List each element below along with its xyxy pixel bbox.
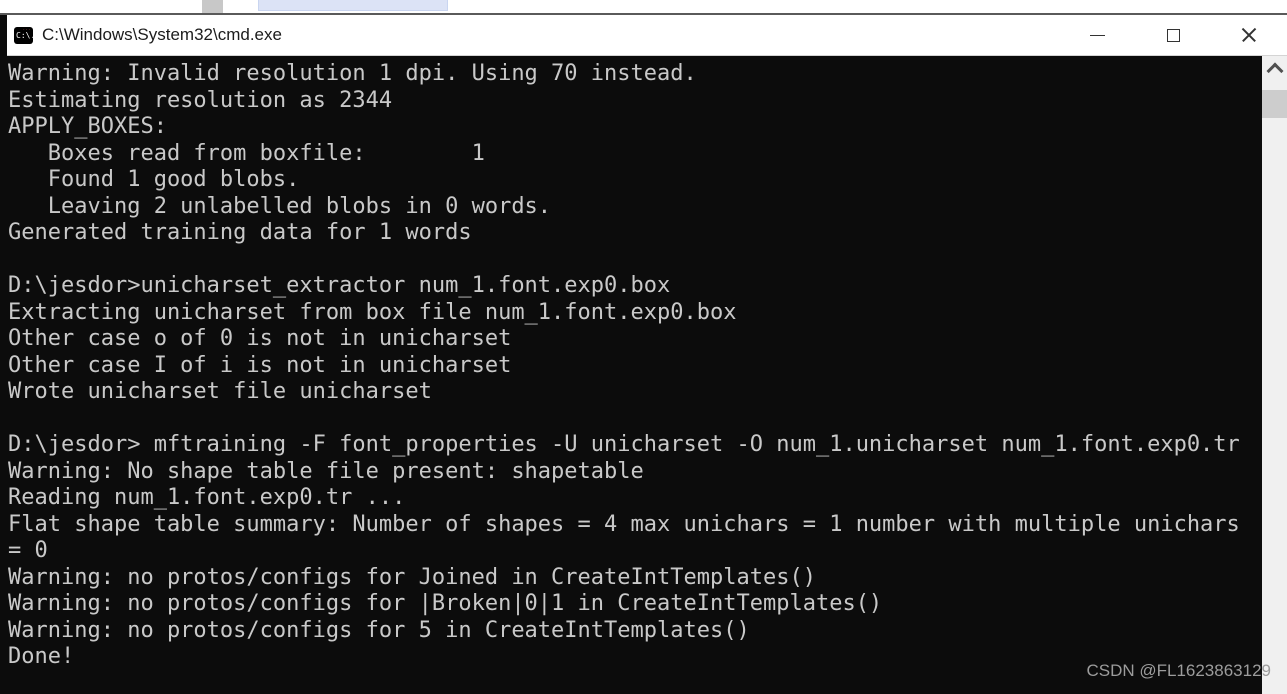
maximize-icon [1166, 28, 1180, 42]
console-line: Warning: no protos/configs for |Broken|0… [8, 591, 883, 616]
scrollbar-thumb[interactable] [1262, 90, 1287, 118]
maximize-button[interactable] [1135, 15, 1211, 55]
console-line: Leaving 2 unlabelled blobs in 0 words. [8, 193, 552, 219]
close-button[interactable] [1211, 15, 1287, 55]
console-line: Done! [8, 644, 75, 669]
background-window-fragment-blue [258, 0, 448, 11]
console-line: Warning: No shape table file present: sh… [8, 458, 644, 484]
console-line: Flat shape table summary: Number of shap… [8, 511, 1240, 537]
cmd-icon: ··· C:\. [14, 26, 36, 44]
background-windows-strip [0, 0, 1287, 13]
console-line: Warning: no protos/configs for Joined in… [8, 564, 816, 590]
window-controls [1059, 15, 1287, 55]
console-line: = 0 [8, 538, 48, 563]
window-left-edge [0, 15, 7, 56]
chevron-up-icon [1266, 62, 1283, 80]
console-line: Estimating resolution as 2344 [8, 87, 393, 113]
console-line: Found 1 good blobs. [8, 167, 300, 192]
background-window-fragment-gray [202, 0, 223, 13]
cmd-icon-prompt: C:\. [16, 30, 36, 40]
console-line: D:\jesdor> mftraining -F font_properties… [8, 432, 1240, 457]
window-title: C:\Windows\System32\cmd.exe [42, 25, 282, 44]
console-line: APPLY_BOXES: [8, 114, 167, 139]
console-output[interactable]: Warning: Invalid resolution 1 dpi. Using… [0, 56, 1262, 694]
watermark: CSDN @FL1623863129 [1086, 661, 1271, 680]
titlebar[interactable]: ··· C:\. C:\Windows\System32\cmd.exe [0, 15, 1287, 56]
console-line: Boxes read from boxfile: 1 [8, 140, 485, 166]
console-line: Other case o of 0 is not in unicharset [8, 326, 512, 351]
minimize-button[interactable] [1059, 15, 1135, 55]
scroll-up-button[interactable] [1262, 56, 1287, 82]
minimize-icon [1089, 34, 1105, 36]
console-line: Generated training data for 1 words [8, 220, 472, 245]
console-line: D:\jesdor>unicharset_extractor num_1.fon… [8, 273, 671, 298]
console-line: Extracting unicharset from box file num_… [8, 299, 737, 325]
console-line: Warning: Invalid resolution 1 dpi. Using… [8, 61, 697, 86]
console-line: Wrote unicharset file unicharset [8, 379, 432, 404]
console-line: Warning: no protos/configs for 5 in Crea… [8, 617, 750, 643]
close-icon [1241, 27, 1257, 43]
console-line: Other case I of i is not in unicharset [8, 352, 512, 378]
console-line: Reading num_1.font.exp0.tr ... [8, 485, 406, 510]
scrollbar-track[interactable] [1262, 56, 1287, 694]
